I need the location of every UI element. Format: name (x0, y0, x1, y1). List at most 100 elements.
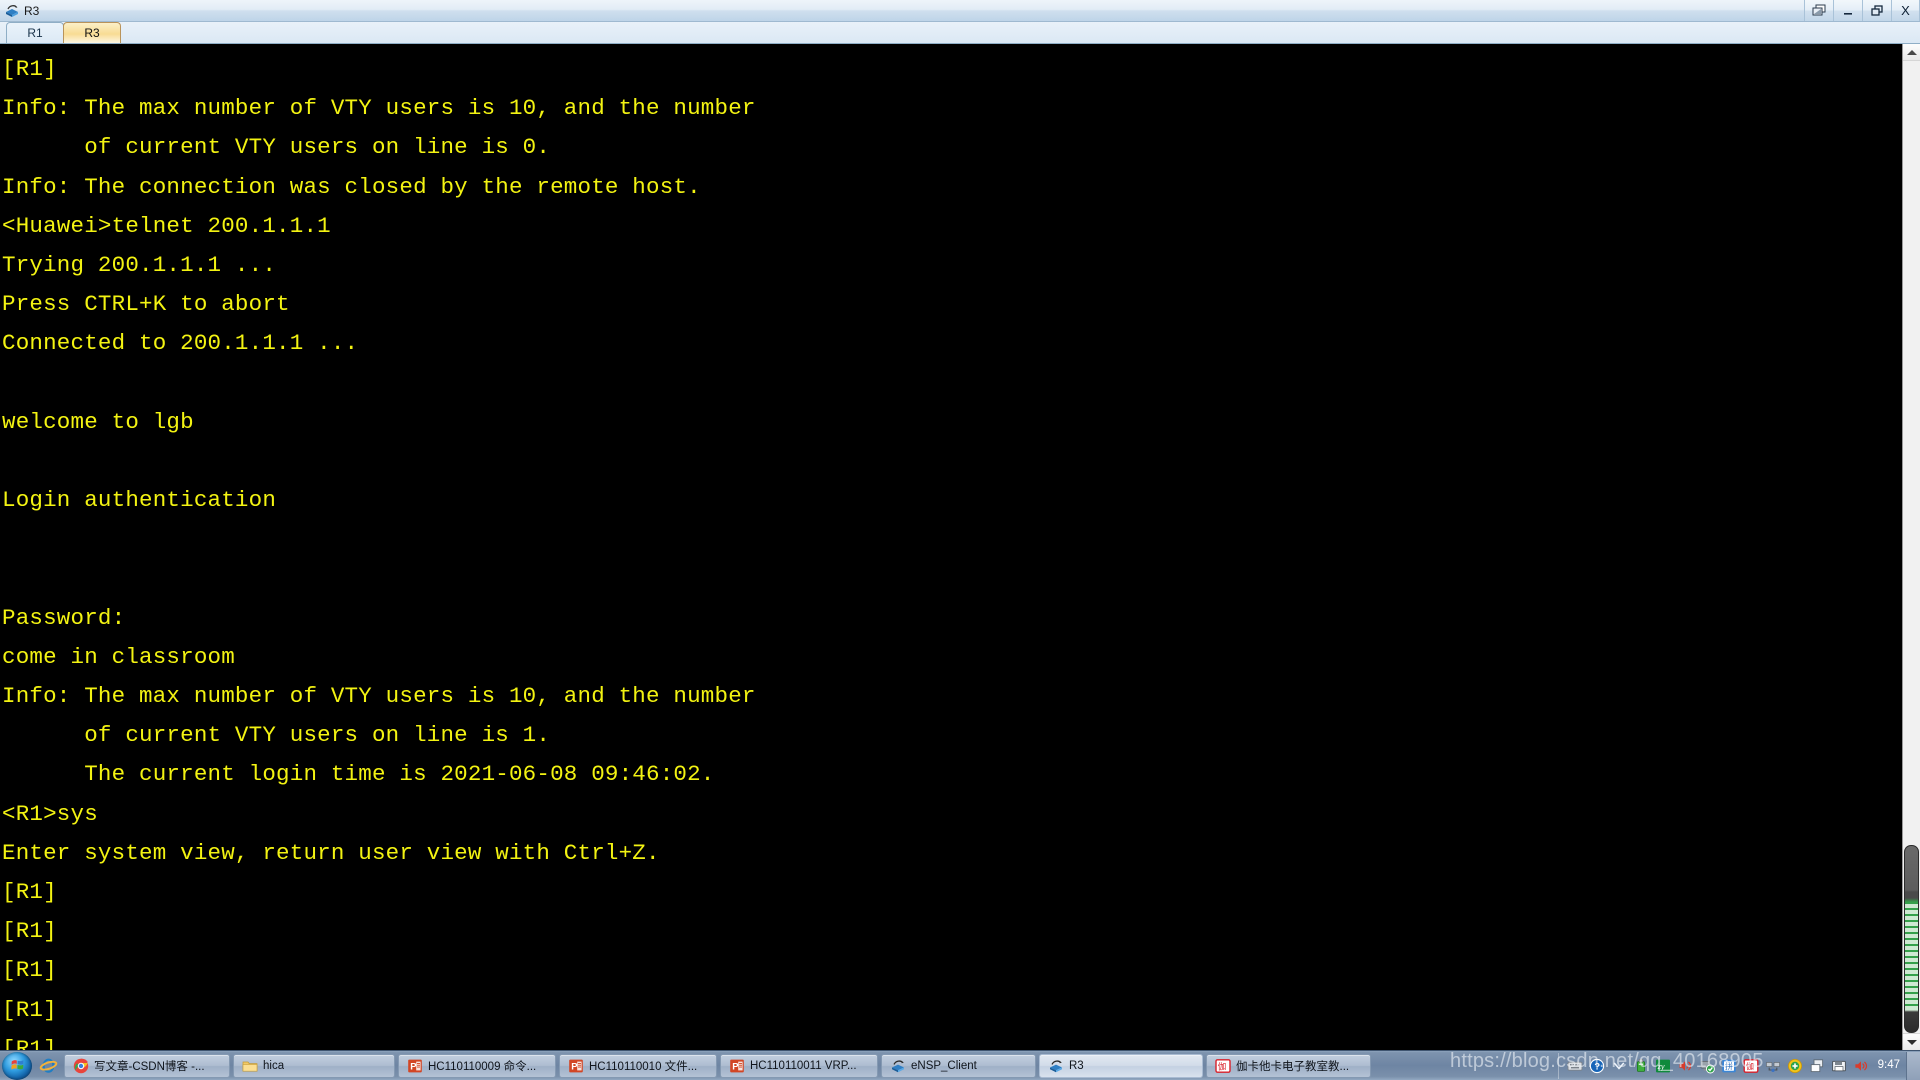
close-icon: X (1901, 2, 1910, 18)
terminal-line: of current VTY users on line is 0. (2, 134, 551, 161)
tab-r1[interactable]: R1 (6, 22, 64, 43)
taskbar-item[interactable]: hica (233, 1053, 395, 1078)
ensp-terminal-window: R3 X R1 R3 [R1] Info: The max number of … (0, 0, 1920, 1080)
scroll-down-button[interactable] (1903, 1033, 1920, 1050)
taskbar-clock[interactable]: 9:47 (1874, 1059, 1906, 1072)
taskbar-items: 写文章-CSDN博客 -... hica P HC110110009 命令... P HC… (64, 1053, 1554, 1078)
minimize-button[interactable] (1833, 0, 1862, 21)
terminal-line: <Huawei>telnet 200.1.1.1 (2, 212, 331, 239)
close-button[interactable]: X (1891, 0, 1920, 21)
scrollbar-track[interactable] (1903, 61, 1920, 1033)
taskbar-item[interactable]: R3 (1039, 1053, 1203, 1078)
terminal-line: [R1] (2, 957, 57, 984)
terminal-line: <R1>sys (2, 800, 98, 827)
quick-launch-bar (34, 1056, 64, 1076)
terminal-line: Press CTRL+K to abort (2, 291, 290, 318)
device-ok-icon[interactable] (1699, 1057, 1716, 1074)
usb-safely-remove-icon[interactable] (1633, 1057, 1650, 1074)
terminal-line: [R1] (2, 878, 57, 905)
terminal-line: of current VTY users on line is 1. (2, 722, 551, 749)
svg-text:P: P (571, 1061, 578, 1072)
maximize-button[interactable] (1862, 0, 1891, 21)
svg-text:?: ? (1595, 1060, 1601, 1071)
system-tray: ? zy 拼 伽 (1557, 1052, 1874, 1079)
svg-text:zy: zy (1657, 1062, 1665, 1071)
title-bar-left: R3 (0, 3, 39, 19)
taskbar-item-label: R3 (1069, 1059, 1084, 1072)
svg-text:伽: 伽 (1746, 1061, 1754, 1071)
terminal-output[interactable]: [R1] Info: The max number of VTY users is… (0, 44, 1902, 1050)
windows-logo-icon (10, 1058, 25, 1073)
terminal-line: Enter system view, return user view with… (2, 839, 660, 866)
terminal-line: [R1] (2, 918, 57, 945)
taskbar-item[interactable]: 伽伽卡他卡电子教室教... (1206, 1053, 1371, 1078)
powerpoint-icon: P (407, 1058, 423, 1074)
ensp-router-icon (890, 1058, 906, 1074)
svg-text:P: P (732, 1061, 739, 1072)
scroll-up-button[interactable] (1903, 44, 1920, 61)
device-tab-bar: R1 R3 (0, 22, 1920, 44)
terminal-line: The current login time is 2021-06-08 09:… (2, 761, 715, 788)
network-monitor-red-icon[interactable]: 伽 (1743, 1057, 1760, 1074)
title-bar: R3 X (0, 0, 1920, 22)
tab-r3[interactable]: R3 (63, 22, 121, 43)
scrollbar-thumb[interactable] (1904, 845, 1919, 1033)
taskbar-item-label: 伽卡他卡电子教室教... (1236, 1060, 1350, 1073)
ensp-router-icon (4, 3, 20, 19)
restore-down-windows-button[interactable] (1804, 0, 1833, 21)
taskbar-item[interactable]: P HC110110009 命令... (398, 1053, 556, 1078)
terminal-line: come in classroom (2, 643, 235, 670)
scroll-down-arrow-icon (1906, 1039, 1917, 1045)
internet-explorer-icon[interactable] (38, 1056, 58, 1076)
taskbar-item-label: eNSP_Client (911, 1059, 977, 1072)
taskbar-item-label: HC110110009 命令... (428, 1060, 537, 1073)
terminal-line: [R1] (2, 56, 57, 82)
network-connection-icon[interactable] (1765, 1057, 1782, 1074)
terminal-line: [R1] (2, 1035, 57, 1050)
taskbar-item[interactable]: P HC110110010 文件... (559, 1053, 717, 1078)
taskbar-item-label: 写文章-CSDN博客 -... (94, 1060, 205, 1073)
on-screen-keyboard-icon[interactable] (1567, 1057, 1584, 1074)
volume-speaker-icon-2[interactable] (1853, 1057, 1870, 1074)
terminal-line: Login authentication (2, 487, 277, 514)
tab-r3-label: R3 (84, 26, 100, 40)
terminal-line: Info: The connection was closed by the r… (2, 173, 701, 200)
share-windows-icon[interactable] (1809, 1057, 1826, 1074)
terminal-line: Trying 200.1.1.1 ... (2, 251, 277, 278)
green-plus-icon[interactable] (1787, 1057, 1804, 1074)
terminal-scrollbar[interactable] (1902, 44, 1920, 1050)
svg-text:P: P (410, 1061, 417, 1072)
terminal-line: Connected to 200.1.1.1 ... (2, 330, 359, 357)
taskbar-item[interactable]: 写文章-CSDN博客 -... (64, 1053, 230, 1078)
powerpoint-icon: P (729, 1058, 745, 1074)
taskbar-item-label: HC110110010 文件... (589, 1060, 698, 1073)
terminal-line: Password: (2, 604, 126, 631)
tab-r1-label: R1 (27, 26, 43, 40)
windows-taskbar: 写文章-CSDN博客 -... hica P HC110110009 命令... P HC… (0, 1050, 1920, 1080)
scroll-up-arrow-icon (1906, 49, 1917, 55)
terminal-line: [R1] (2, 996, 57, 1023)
jiaka-icon: 伽 (1215, 1058, 1231, 1074)
folder-icon (242, 1058, 258, 1074)
taskbar-item-label: hica (263, 1059, 285, 1072)
volume-speaker-icon[interactable] (1677, 1057, 1694, 1074)
help-question-icon[interactable]: ? (1589, 1057, 1606, 1074)
taskbar-item[interactable]: eNSP_Client (881, 1053, 1036, 1078)
ensp-router-icon (1048, 1058, 1064, 1074)
show-desktop-button[interactable] (1906, 1051, 1920, 1080)
qq-pinyin-icon[interactable]: 拼 (1721, 1057, 1738, 1074)
taskbar-item-label: HC110110011 VRP... (750, 1059, 857, 1072)
svg-text:伽: 伽 (1218, 1060, 1227, 1071)
floppy-save-icon[interactable] (1831, 1057, 1848, 1074)
zy-green-icon[interactable]: zy (1655, 1057, 1672, 1074)
window-title: R3 (24, 3, 40, 18)
terminal-line: Info: The max number of VTY users is 10,… (2, 95, 756, 122)
taskbar-item[interactable]: P HC110110011 VRP... (720, 1053, 878, 1078)
terminal-line: welcome to lgb (2, 408, 194, 435)
show-hidden-icons-chevron[interactable] (1611, 1057, 1628, 1074)
start-button[interactable] (2, 1051, 32, 1080)
terminal-area: [R1] Info: The max number of VTY users is… (0, 44, 1920, 1050)
